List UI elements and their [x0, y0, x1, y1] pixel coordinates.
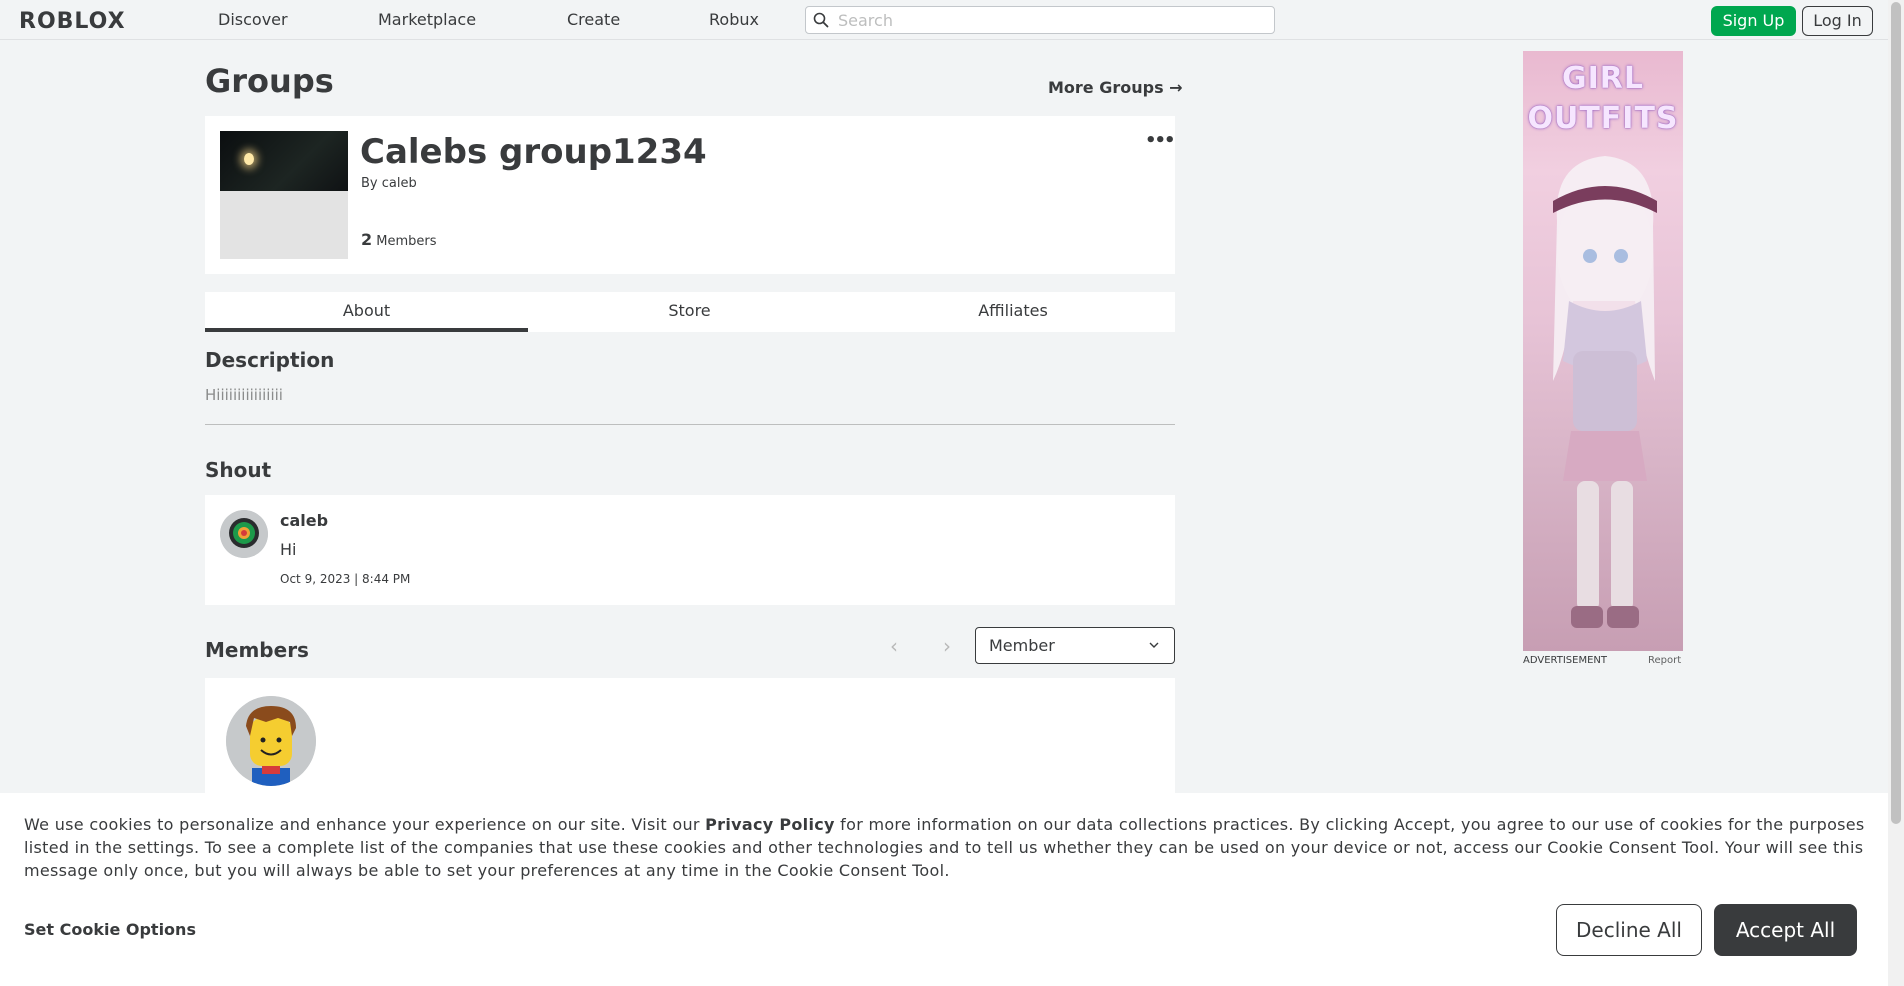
cookie-banner: We use cookies to personalize and enhanc…	[0, 793, 1888, 986]
privacy-policy-link[interactable]: Privacy Policy	[705, 815, 835, 834]
nav-create[interactable]: Create	[567, 10, 620, 29]
vertical-scrollbar[interactable]	[1888, 0, 1904, 986]
members-card	[205, 678, 1175, 798]
roblox-logo[interactable]: ROBLOX	[19, 9, 126, 34]
group-emblem	[220, 131, 348, 259]
tab-store[interactable]: Store	[528, 292, 851, 332]
shout-title: Shout	[205, 458, 272, 482]
by-label: By	[361, 176, 378, 191]
chevron-right-icon[interactable]: ›	[943, 634, 951, 658]
set-cookie-options-link[interactable]: Set Cookie Options	[24, 920, 196, 939]
tab-about[interactable]: About	[205, 292, 528, 332]
group-owner-link[interactable]: caleb	[382, 176, 417, 191]
shout-username[interactable]: caleb	[280, 511, 328, 530]
group-member-count: 2 Members	[361, 230, 437, 249]
role-dropdown[interactable]: Member	[975, 627, 1175, 664]
member-avatar-image	[226, 696, 316, 786]
advertisement-banner[interactable]: GIRL OUTFITS	[1523, 51, 1683, 651]
decline-all-button[interactable]: Decline All	[1556, 904, 1702, 956]
cookie-text-before: We use cookies to personalize and enhanc…	[24, 815, 706, 834]
ad-artwork	[1553, 156, 1657, 628]
description-title: Description	[205, 348, 335, 372]
accept-all-button[interactable]: Accept All	[1714, 904, 1857, 956]
more-options-icon[interactable]: •••	[1145, 130, 1175, 151]
tab-affiliates[interactable]: Affiliates	[851, 292, 1175, 332]
search-box[interactable]	[805, 6, 1275, 34]
report-ad-link[interactable]: Report	[1648, 655, 1681, 666]
shout-timestamp: Oct 9, 2023 | 8:44 PM	[280, 572, 411, 586]
chevron-down-icon	[1149, 642, 1159, 648]
shout-card: caleb Hi Oct 9, 2023 | 8:44 PM	[205, 495, 1175, 605]
group-header-card: Calebs group1234 By caleb 2 Members •••	[205, 116, 1175, 274]
member-count-number: 2	[361, 230, 373, 249]
avatar-image	[220, 510, 268, 558]
member-avatar[interactable]	[226, 696, 316, 786]
search-input[interactable]	[838, 10, 1268, 30]
log-in-button[interactable]: Log In	[1802, 6, 1873, 36]
member-count-label: Members	[376, 234, 437, 249]
group-owner-line: By caleb	[361, 176, 417, 191]
shout-avatar[interactable]	[220, 510, 268, 558]
top-navigation: ROBLOX Discover Marketplace Create Robux…	[0, 0, 1888, 40]
page-title: Groups	[205, 62, 334, 100]
advertisement-label: ADVERTISEMENT	[1523, 655, 1608, 666]
sign-up-button[interactable]: Sign Up	[1711, 6, 1796, 36]
section-divider	[205, 424, 1175, 425]
role-dropdown-value: Member	[989, 636, 1055, 655]
cookie-message: We use cookies to personalize and enhanc…	[24, 813, 1869, 882]
group-name: Calebs group1234	[360, 132, 707, 172]
chevron-left-icon[interactable]: ‹	[890, 634, 898, 658]
search-icon	[813, 12, 829, 28]
members-title: Members	[205, 638, 309, 662]
group-tabs: About Store Affiliates	[205, 292, 1175, 332]
nav-discover[interactable]: Discover	[218, 10, 288, 29]
nav-robux[interactable]: Robux	[709, 10, 759, 29]
more-groups-link[interactable]: More Groups →	[1048, 78, 1183, 97]
shout-message: Hi	[280, 540, 297, 559]
description-text: Hiiiiiiiiiiiiiiii	[205, 386, 283, 404]
scrollbar-thumb[interactable]	[1891, 2, 1901, 824]
nav-marketplace[interactable]: Marketplace	[378, 10, 476, 29]
